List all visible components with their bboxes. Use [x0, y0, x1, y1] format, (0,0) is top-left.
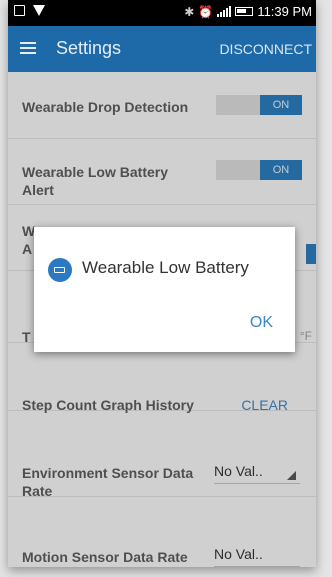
app-bar: Settings DISCONNECT	[8, 26, 316, 72]
alarm-icon: ⏰	[198, 4, 214, 19]
status-bar: ✱ ⏰ 11:39 PM	[8, 0, 316, 26]
notification-image-icon	[14, 5, 25, 16]
signal-icon	[217, 6, 232, 17]
phone-screen: ✱ ⏰ 11:39 PM Settings DISCONNECT Wearabl…	[8, 0, 316, 567]
ok-button[interactable]: OK	[250, 314, 273, 332]
low-battery-dialog: Wearable Low Battery OK	[34, 227, 295, 352]
page-title: Settings	[56, 38, 122, 58]
notification-shield-icon	[33, 5, 45, 16]
menu-icon[interactable]	[20, 42, 36, 54]
battery-icon	[48, 258, 72, 282]
dialog-title: Wearable Low Battery	[82, 258, 249, 277]
bluetooth-icon: ✱	[184, 4, 195, 19]
disconnect-button[interactable]: DISCONNECT	[219, 41, 312, 57]
status-time: 11:39 PM	[257, 4, 312, 19]
battery-icon	[235, 7, 254, 16]
